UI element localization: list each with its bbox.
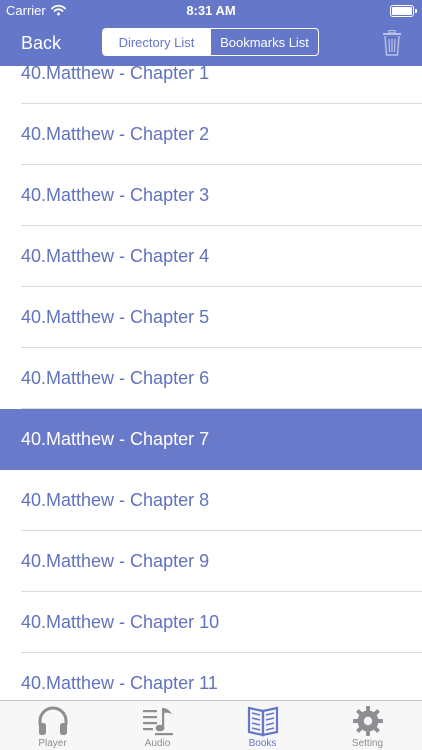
tab-books[interactable]: Books [210, 701, 315, 750]
tab-setting-label: Setting [351, 738, 384, 749]
chapter-list: 40.Matthew - Chapter 1 40.Matthew - Chapt… [0, 66, 422, 700]
chapter-label: 40.Matthew - Chapter 3 [21, 185, 210, 205]
tab-bar: Player Audio Books Setting [0, 700, 422, 750]
segment-directory-list[interactable]: Directory List [103, 29, 210, 55]
tab-audio[interactable]: Audio [105, 701, 210, 750]
chapter-row[interactable]: 40.Matthew - Chapter 7 [0, 409, 422, 470]
chapter-label: 40.Matthew - Chapter 4 [21, 246, 210, 266]
status-time: 8:31 AM [186, 3, 236, 18]
chapter-label: 40.Matthew - Chapter 6 [21, 368, 210, 388]
segment-bookmarks-list[interactable]: Bookmarks List [210, 29, 318, 55]
chapter-row[interactable]: 40.Matthew - Chapter 9 [0, 531, 422, 592]
chapter-row[interactable]: 40.Matthew - Chapter 8 [0, 470, 422, 531]
chapter-label: 40.Matthew - Chapter 5 [21, 307, 210, 327]
back-button[interactable]: Back [21, 33, 61, 54]
tab-setting[interactable]: Setting [315, 701, 420, 750]
list-mode-segmented-control: Directory List Bookmarks List [102, 28, 319, 56]
trash-icon[interactable] [382, 29, 402, 56]
chapter-row[interactable]: 40.Matthew - Chapter 4 [0, 226, 422, 287]
chapter-label: 40.Matthew - Chapter 9 [21, 551, 210, 571]
chapter-row[interactable]: 40.Matthew - Chapter 5 [0, 287, 422, 348]
tab-audio-label: Audio [144, 738, 171, 749]
chapter-label: 40.Matthew - Chapter 10 [21, 612, 220, 632]
chapter-label: 40.Matthew - Chapter 7 [21, 429, 210, 449]
tab-player-label: Player [38, 738, 67, 749]
top-bar: Carrier 8:31 AM Back Directory List Book… [0, 0, 422, 66]
chapter-row[interactable]: 40.Matthew - Chapter 2 [0, 104, 422, 165]
gear-icon [351, 705, 385, 737]
chapter-label: 40.Matthew - Chapter 11 [21, 673, 218, 693]
app-screen: Carrier 8:31 AM Back Directory List Book… [0, 0, 422, 750]
chapter-row[interactable]: 40.Matthew - Chapter 11 [0, 653, 422, 700]
chapter-label: 40.Matthew - Chapter 1 [21, 66, 210, 83]
chapter-row[interactable]: 40.Matthew - Chapter 6 [0, 348, 422, 409]
audio-list-icon [141, 705, 175, 737]
chapter-row[interactable]: 40.Matthew - Chapter 10 [0, 592, 422, 653]
book-icon [246, 705, 280, 737]
chapter-label: 40.Matthew - Chapter 2 [21, 124, 210, 144]
tab-player[interactable]: Player [0, 701, 105, 750]
headphones-icon [36, 705, 70, 737]
status-bar: Carrier 8:31 AM [0, 0, 422, 22]
chapter-row[interactable]: 40.Matthew - Chapter 1 [0, 66, 422, 104]
chapter-row[interactable]: 40.Matthew - Chapter 3 [0, 165, 422, 226]
tab-books-label: Books [248, 738, 277, 749]
chapter-label: 40.Matthew - Chapter 8 [21, 490, 210, 510]
battery-icon [390, 5, 417, 17]
